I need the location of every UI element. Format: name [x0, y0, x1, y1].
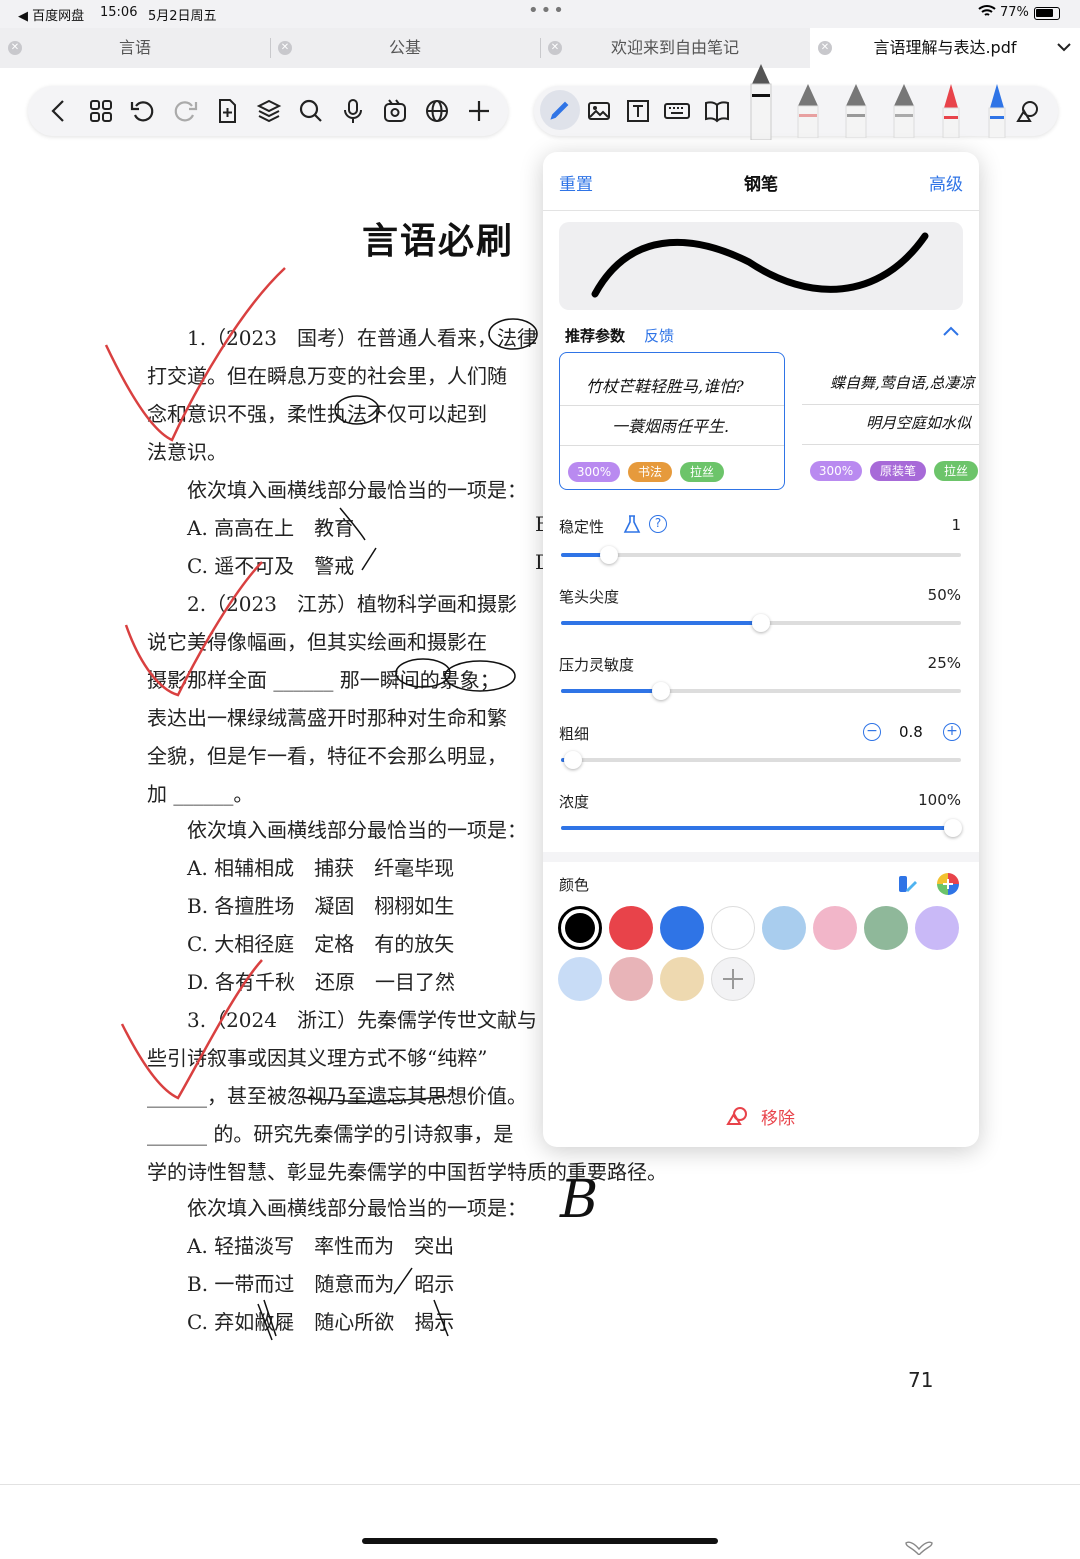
preset-sample-line: 竹杖芒鞋轻胜马,谁怕? — [586, 377, 744, 396]
divider — [543, 210, 979, 211]
color-swatch[interactable] — [813, 906, 857, 950]
preset-badge: 拉丝 — [934, 461, 978, 481]
pen-tool-button[interactable] — [540, 90, 580, 130]
stability-slider[interactable] — [561, 546, 961, 564]
stability-label: 稳定性 — [559, 518, 605, 536]
preset-badge: 原装笔 — [870, 461, 926, 481]
layers-icon[interactable] — [254, 96, 284, 126]
feedback-link[interactable]: 反馈 — [644, 325, 674, 346]
fountain-pen-icon[interactable] — [890, 82, 918, 138]
opacity-label: 浓度 — [559, 793, 590, 811]
palette-icon[interactable] — [897, 872, 919, 898]
pencil-blue-icon[interactable] — [984, 82, 1010, 138]
chevron-up-icon[interactable] — [941, 322, 961, 346]
add-page-icon[interactable] — [212, 96, 242, 126]
thickness-value: 0.8 — [899, 723, 923, 741]
color-swatch[interactable] — [711, 906, 755, 950]
panel-title: 钢笔 — [744, 175, 778, 195]
color-swatch[interactable] — [660, 957, 704, 1001]
grid-icon[interactable] — [86, 96, 116, 126]
pressure-slider[interactable] — [561, 682, 961, 700]
keyboard-icon[interactable] — [662, 96, 692, 126]
home-indicator[interactable] — [362, 1538, 718, 1544]
preset-sample-line: 一蓑烟雨任平生. — [612, 417, 730, 436]
textbox-icon[interactable] — [623, 96, 653, 126]
flask-icon — [623, 514, 641, 538]
color-swatch[interactable] — [864, 906, 908, 950]
pressure-label: 压力灵敏度 — [559, 656, 635, 674]
microphone-icon[interactable] — [338, 96, 368, 126]
color-wheel-icon[interactable] — [936, 872, 960, 900]
color-swatch[interactable] — [660, 906, 704, 950]
divider — [543, 852, 979, 862]
color-label: 颜色 — [559, 876, 590, 894]
pen-settings-panel: 重置 钢笔 高级 推荐参数 反馈 竹杖芒鞋轻胜马,谁怕? 一蓑烟雨任平生. 30… — [543, 152, 979, 1147]
thickness-slider[interactable] — [561, 751, 961, 769]
opacity-value: 100% — [918, 791, 961, 809]
undo-icon[interactable] — [128, 96, 158, 126]
color-swatch[interactable] — [915, 906, 959, 950]
preset-badge: 300% — [810, 461, 862, 481]
pressure-value: 25% — [927, 654, 961, 672]
preset-badge: 拉丝 — [680, 462, 724, 482]
thickness-label: 粗细 — [559, 725, 590, 743]
color-swatch[interactable] — [609, 906, 653, 950]
book-icon[interactable] — [702, 96, 732, 126]
advanced-button[interactable]: 高级 — [929, 170, 963, 195]
heart-logo-icon — [902, 1540, 936, 1559]
stability-value: 1 — [951, 516, 961, 534]
add-color-button[interactable] — [711, 957, 755, 1001]
stroke-preview — [559, 222, 963, 310]
marker-red-icon[interactable] — [938, 82, 964, 138]
tip-sharpness-slider[interactable] — [561, 614, 961, 632]
fountain-pen-icon[interactable] — [842, 82, 870, 138]
back-icon[interactable] — [44, 96, 74, 126]
video-record-icon[interactable] — [380, 96, 410, 126]
preset-card-original[interactable]: 蝶自舞,莺自语,总凄凉 明月空庭如水似 300% 原装笔 拉丝 — [802, 352, 979, 490]
color-swatch[interactable] — [762, 906, 806, 950]
decrease-thickness-button[interactable]: − — [863, 723, 881, 741]
preset-sample-line: 蝶自舞,莺自语,总凄凉 — [830, 374, 975, 392]
color-swatch[interactable] — [609, 957, 653, 1001]
increase-thickness-button[interactable]: + — [943, 723, 961, 741]
fountain-pen-icon[interactable] — [794, 82, 822, 138]
color-swatch-selected[interactable] — [558, 906, 602, 950]
fountain-pen-selected-icon[interactable] — [746, 62, 776, 140]
add-icon[interactable] — [464, 96, 494, 126]
shapes-remove-icon — [726, 1107, 747, 1125]
preset-card-calligraphy[interactable]: 竹杖芒鞋轻胜马,谁怕? 一蓑烟雨任平生. 300% 书法 拉丝 — [559, 352, 785, 490]
opacity-slider[interactable] — [561, 819, 962, 837]
preset-sample-line: 明月空庭如水似 — [866, 414, 972, 432]
search-icon[interactable] — [296, 96, 326, 126]
redo-icon[interactable] — [170, 96, 200, 126]
tip-sharpness-label: 笔头尖度 — [559, 588, 620, 606]
tip-sharpness-value: 50% — [927, 586, 961, 604]
preset-badge: 300% — [568, 462, 620, 482]
help-icon[interactable]: ? — [649, 515, 667, 533]
preset-badge: 书法 — [628, 462, 672, 482]
recommended-label: 推荐参数 — [565, 327, 626, 345]
color-swatch[interactable] — [558, 957, 602, 1001]
image-icon[interactable] — [584, 96, 614, 126]
shapes-icon[interactable] — [1012, 96, 1042, 126]
globe-icon[interactable] — [422, 96, 452, 126]
